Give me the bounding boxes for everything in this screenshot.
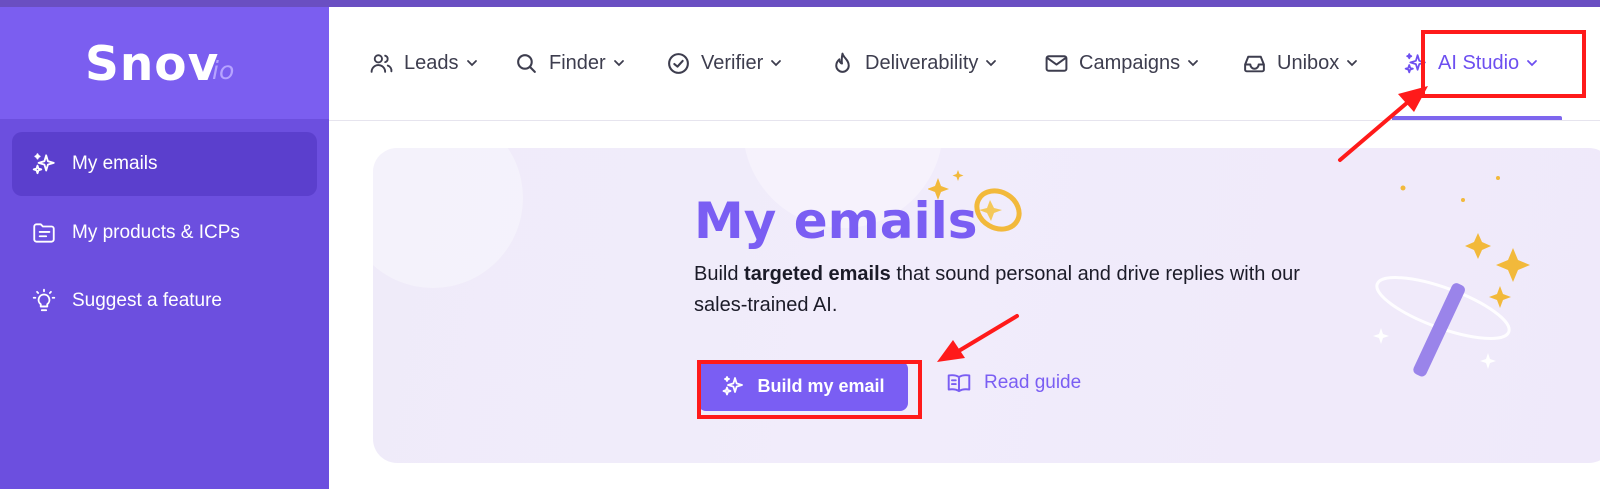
annotation-arrow-ai-studio [1338, 86, 1428, 162]
folder-list-icon [30, 219, 58, 247]
chevron-down-icon [769, 56, 783, 70]
sidebar-item-label: Suggest a feature [72, 290, 222, 311]
read-guide-label: Read guide [984, 372, 1082, 393]
sidebar-item-label: My products & ICPs [72, 222, 240, 243]
nav-verifier[interactable]: Verifier [665, 45, 783, 81]
search-icon [513, 50, 539, 76]
nav-label: Deliverability [865, 51, 979, 74]
logo-area[interactable]: Snov io [0, 7, 329, 119]
chevron-down-icon [1186, 56, 1200, 70]
annotation-arrow-build-button [937, 314, 1019, 362]
nav-label: Campaigns [1079, 51, 1181, 74]
sidebar: Snov io My emails My products & ICPs Sug… [0, 7, 329, 489]
lightbulb-icon [30, 287, 58, 315]
nav-campaigns[interactable]: Campaigns [1043, 45, 1200, 81]
chevron-down-icon [984, 56, 998, 70]
sidebar-item-suggest-feature[interactable]: Suggest a feature [12, 269, 317, 333]
sidebar-item-label: My emails [72, 153, 158, 174]
sidebar-item-my-emails[interactable]: My emails [12, 132, 317, 196]
users-icon [368, 50, 394, 76]
annotation-highlight-build-button [697, 360, 922, 419]
flame-icon [829, 50, 855, 76]
book-icon [947, 374, 971, 393]
nav-label: Unibox [1277, 51, 1340, 74]
check-circle-icon [665, 50, 691, 76]
nav-label: Leads [404, 51, 459, 74]
annotation-highlight-ai-studio [1421, 30, 1586, 98]
sidebar-item-my-products[interactable]: My products & ICPs [12, 201, 317, 265]
page-title: My emails [694, 192, 978, 250]
chevron-down-icon [1345, 56, 1359, 70]
read-guide-link[interactable]: Read guide [946, 370, 1081, 396]
nav-unibox[interactable]: Unibox [1241, 45, 1359, 81]
magic-wand-decoration [1373, 176, 1530, 377]
hero-banner: My emails Build targeted emails that sou… [373, 148, 1600, 463]
nav-label: Finder [549, 51, 606, 74]
desc-bold: targeted emails [744, 263, 891, 285]
decor-bubble [373, 148, 523, 288]
nav-leads[interactable]: Leads [368, 45, 479, 81]
top-strip [0, 0, 1600, 7]
nav-finder[interactable]: Finder [513, 45, 626, 81]
inbox-icon [1241, 50, 1267, 76]
chevron-down-icon [465, 56, 479, 70]
nav-label: Verifier [701, 51, 764, 74]
nav-deliverability[interactable]: Deliverability [829, 45, 998, 81]
envelope-icon [1043, 50, 1069, 76]
desc-prefix: Build [694, 263, 745, 285]
logo[interactable]: Snov [85, 37, 219, 92]
sparkles-icon [30, 150, 58, 178]
chevron-down-icon [612, 56, 626, 70]
logo-suffix: io [212, 56, 235, 85]
